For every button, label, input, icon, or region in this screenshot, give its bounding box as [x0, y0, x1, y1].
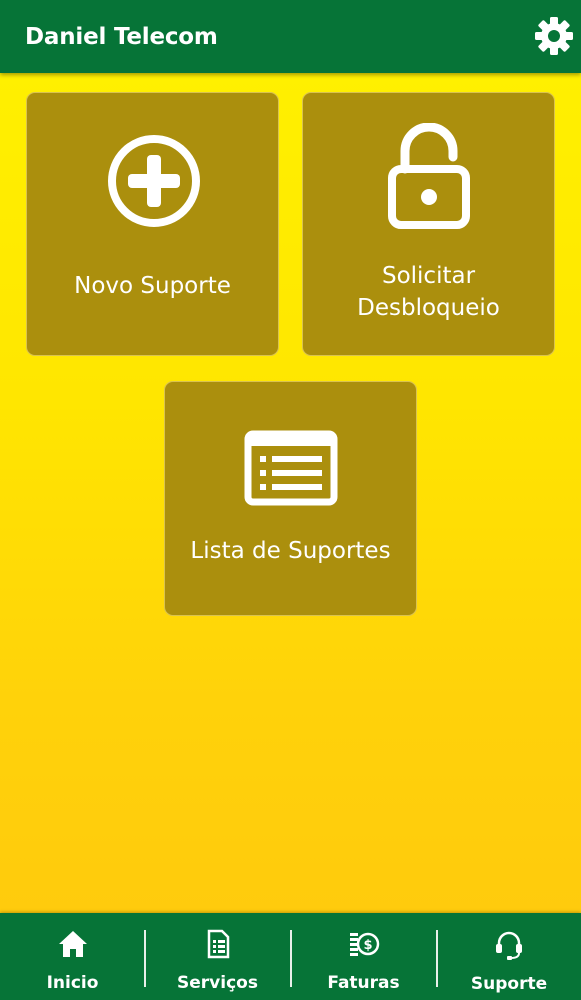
app-title: Daniel Telecom	[25, 24, 218, 50]
nav-inicio[interactable]: Inicio	[0, 913, 145, 1000]
unlock-icon	[388, 123, 470, 229]
novo-suporte-label: Novo Suporte	[74, 273, 231, 299]
nav-suporte[interactable]: Suporte	[437, 913, 581, 1000]
document-icon	[207, 929, 229, 959]
list-icon	[244, 430, 338, 506]
solicitar-label: Solicitar	[381, 263, 476, 289]
novo-suporte-button[interactable]: Novo Suporte	[26, 92, 279, 356]
lista-de-suportes-label: Lista de Suportes	[190, 538, 391, 564]
headset-icon	[496, 931, 522, 960]
nav-servicos[interactable]: Serviços	[145, 913, 290, 1000]
nav-faturas-label: Faturas	[327, 973, 400, 993]
plus-circle-icon	[108, 135, 200, 227]
home-icon	[58, 931, 87, 957]
nav-suporte-label: Suporte	[470, 974, 548, 994]
svg-text:$: $	[363, 938, 372, 953]
desbloqueio-label: Desbloqueio	[357, 295, 500, 321]
nav-faturas[interactable]: $ Faturas	[291, 913, 436, 1000]
bottom-navigation: Inicio Serviços $ Faturas Suporte	[0, 913, 581, 1000]
nav-servicos-label: Serviços	[177, 973, 258, 993]
solicitar-desbloqueio-button[interactable]: Solicitar Desbloqueio	[302, 92, 555, 356]
nav-inicio-label: Inicio	[46, 973, 99, 993]
lista-de-suportes-button[interactable]: Lista de Suportes	[164, 381, 417, 616]
app-header: Daniel Telecom	[0, 0, 581, 73]
money-icon: $	[349, 932, 379, 956]
gear-icon[interactable]	[534, 16, 574, 56]
